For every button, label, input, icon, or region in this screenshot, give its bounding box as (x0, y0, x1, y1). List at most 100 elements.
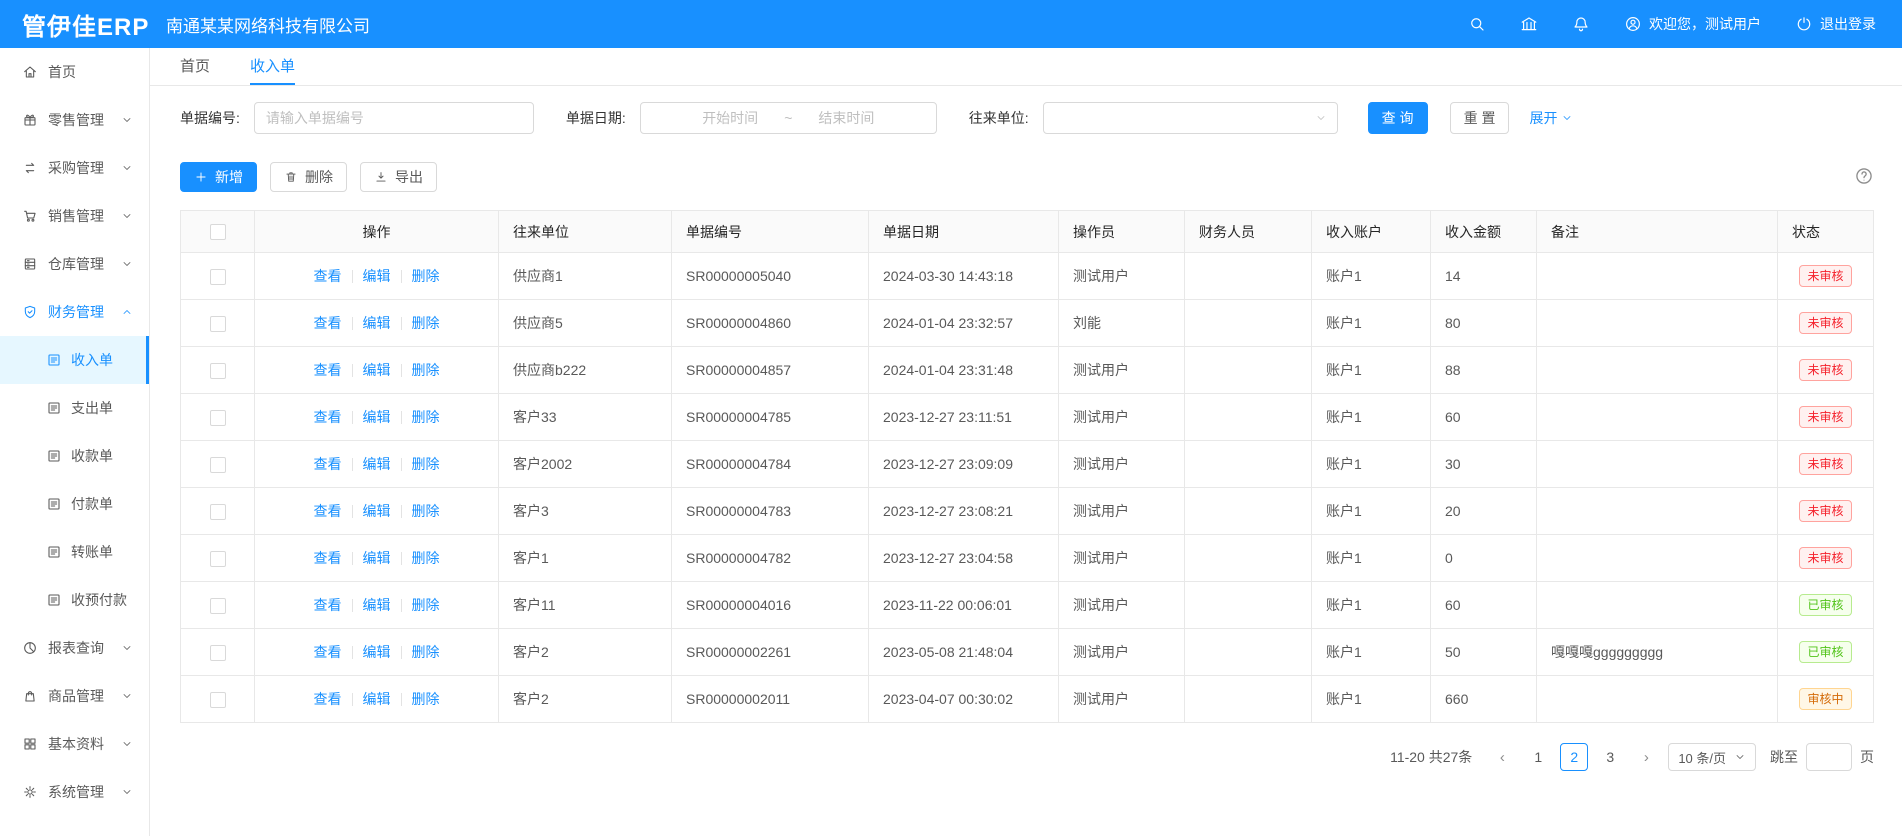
row-checkbox[interactable] (210, 551, 226, 567)
action-view-link[interactable]: 查看 (314, 362, 342, 378)
action-view-link[interactable]: 查看 (314, 268, 342, 284)
row-checkbox[interactable] (210, 316, 226, 332)
row-checkbox[interactable] (210, 363, 226, 379)
action-edit-link[interactable]: 编辑 (363, 362, 391, 378)
report-icon (22, 640, 38, 656)
action-delete-link[interactable]: 删除 (412, 644, 440, 660)
action-view-link[interactable]: 查看 (314, 691, 342, 707)
row-checkbox[interactable] (210, 410, 226, 426)
row-checkbox[interactable] (210, 269, 226, 285)
action-edit-link[interactable]: 编辑 (363, 409, 391, 425)
action-delete-link[interactable]: 删除 (412, 691, 440, 707)
action-view-link[interactable]: 查看 (314, 456, 342, 472)
bill-no-input[interactable] (254, 102, 534, 134)
row-checkbox-cell (181, 253, 255, 300)
action-separator (401, 599, 402, 612)
logout-button[interactable]: 退出登录 (1795, 14, 1876, 34)
page-size-select[interactable]: 10 条/页 (1668, 743, 1756, 771)
row-checkbox[interactable] (210, 457, 226, 473)
action-delete-link[interactable]: 删除 (412, 362, 440, 378)
cell-account: 账户1 (1312, 535, 1431, 582)
action-edit-link[interactable]: 编辑 (363, 550, 391, 566)
date-range-picker[interactable]: 开始时间 ~ 结束时间 (640, 102, 937, 134)
sidebar-item-basic-data[interactable]: 基本资料 (0, 720, 149, 768)
sidebar-item-sales[interactable]: 销售管理 (0, 192, 149, 240)
row-checkbox[interactable] (210, 645, 226, 661)
action-edit-link[interactable]: 编辑 (363, 597, 391, 613)
help-button[interactable] (1854, 166, 1874, 189)
cell-remark (1537, 394, 1778, 441)
action-delete-link[interactable]: 删除 (412, 597, 440, 613)
sidebar-item-expense-bill[interactable]: 支出单 (0, 384, 149, 432)
sidebar-item-finance[interactable]: 财务管理 (0, 288, 149, 336)
sidebar-item-income-bill[interactable]: 收入单 (0, 336, 149, 384)
jump-prefix: 跳至 (1770, 747, 1798, 767)
action-view-link[interactable]: 查看 (314, 644, 342, 660)
action-delete-link[interactable]: 删除 (412, 409, 440, 425)
sidebar-item-payment-bill[interactable]: 付款单 (0, 480, 149, 528)
page-number-2[interactable]: 2 (1560, 743, 1588, 771)
partner-select[interactable] (1043, 102, 1338, 134)
action-separator (401, 364, 402, 377)
row-checkbox[interactable] (210, 598, 226, 614)
action-delete-link[interactable]: 删除 (412, 503, 440, 519)
sidebar-item-transfer-bill[interactable]: 转账单 (0, 528, 149, 576)
header-search-button[interactable] (1468, 15, 1486, 33)
row-actions: 查看 编辑 删除 (255, 488, 499, 535)
row-actions: 查看 编辑 删除 (255, 441, 499, 488)
action-delete-link[interactable]: 删除 (412, 315, 440, 331)
tab-home[interactable]: 首页 (180, 48, 210, 85)
doc-icon (46, 400, 62, 416)
action-edit-link[interactable]: 编辑 (363, 691, 391, 707)
sidebar: 首页零售管理采购管理销售管理仓库管理财务管理收入单支出单收款单付款单转账单收预付… (0, 48, 150, 836)
action-view-link[interactable]: 查看 (314, 550, 342, 566)
delete-button[interactable]: 删除 (270, 162, 347, 192)
search-button[interactable]: 查 询 (1368, 102, 1428, 134)
sidebar-item-home[interactable]: 首页 (0, 48, 149, 96)
row-checkbox[interactable] (210, 504, 226, 520)
action-view-link[interactable]: 查看 (314, 503, 342, 519)
action-view-link[interactable]: 查看 (314, 315, 342, 331)
date-start-placeholder: 开始时间 (702, 108, 758, 128)
column-header: 收入账户 (1312, 211, 1431, 253)
chevron-up-icon (121, 306, 133, 318)
sidebar-item-receipt-bill[interactable]: 收款单 (0, 432, 149, 480)
page-number-3[interactable]: 3 (1596, 743, 1624, 771)
reset-button[interactable]: 重 置 (1450, 102, 1510, 134)
row-checkbox[interactable] (210, 692, 226, 708)
header-notifications-button[interactable] (1572, 15, 1590, 33)
user-menu[interactable]: 欢迎您，测试用户 (1624, 14, 1761, 34)
action-view-link[interactable]: 查看 (314, 597, 342, 613)
add-button[interactable]: 新增 (180, 162, 257, 192)
header-platform-button[interactable] (1520, 15, 1538, 33)
cell-finance (1185, 347, 1312, 394)
sidebar-item-system[interactable]: 系统管理 (0, 768, 149, 816)
action-delete-link[interactable]: 删除 (412, 550, 440, 566)
action-edit-link[interactable]: 编辑 (363, 268, 391, 284)
expand-link[interactable]: 展开 (1529, 108, 1573, 128)
page-number-1[interactable]: 1 (1524, 743, 1552, 771)
tab-income-bill[interactable]: 收入单 (250, 48, 295, 85)
action-view-link[interactable]: 查看 (314, 409, 342, 425)
action-edit-link[interactable]: 编辑 (363, 503, 391, 519)
action-edit-link[interactable]: 编辑 (363, 644, 391, 660)
sidebar-item-warehouse[interactable]: 仓库管理 (0, 240, 149, 288)
sidebar-item-retail[interactable]: 零售管理 (0, 96, 149, 144)
action-edit-link[interactable]: 编辑 (363, 456, 391, 472)
jump-page-input[interactable] (1806, 743, 1852, 771)
sidebar-item-purchase[interactable]: 采购管理 (0, 144, 149, 192)
action-delete-link[interactable]: 删除 (412, 268, 440, 284)
bill-no-label: 单据编号: (180, 108, 240, 128)
sidebar-item-prepaid-bill[interactable]: 收预付款 (0, 576, 149, 624)
next-page-button[interactable]: › (1632, 743, 1660, 771)
doc-icon (46, 448, 62, 464)
export-button[interactable]: 导出 (360, 162, 437, 192)
select-all-checkbox[interactable] (210, 224, 226, 240)
action-edit-link[interactable]: 编辑 (363, 315, 391, 331)
sidebar-item-report[interactable]: 报表查询 (0, 624, 149, 672)
cell-remark (1537, 253, 1778, 300)
prev-page-button[interactable]: ‹ (1488, 743, 1516, 771)
action-delete-link[interactable]: 删除 (412, 456, 440, 472)
cell-bill-no: SR00000005040 (672, 253, 869, 300)
sidebar-item-goods[interactable]: 商品管理 (0, 672, 149, 720)
